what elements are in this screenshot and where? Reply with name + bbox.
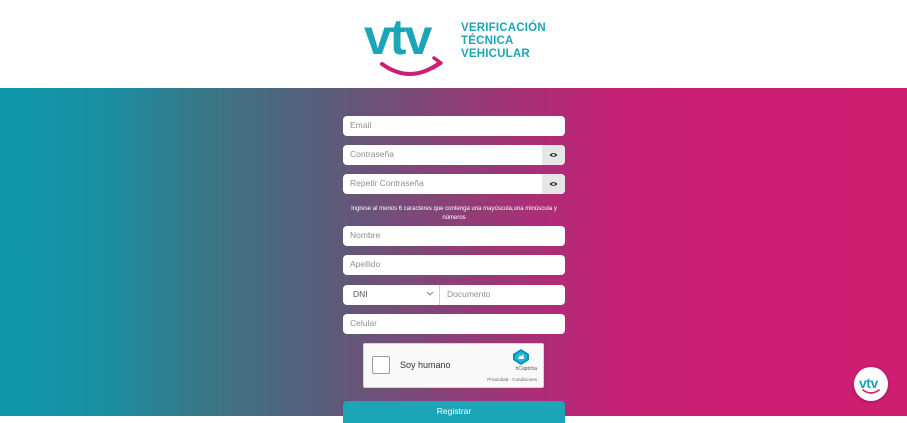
doc-type-select[interactable]: DNI <box>343 285 440 305</box>
vtv-logo-mark: vtv <box>364 9 432 65</box>
captcha-links[interactable]: Privacidad - Condiciones <box>487 377 537 382</box>
repeat-password-placeholder: Repetir Contraseña <box>350 178 424 188</box>
password-hint: Ingrese al menos 6 caracteres que conten… <box>351 206 557 221</box>
phone-placeholder: Celular <box>350 318 377 328</box>
eye-icon <box>549 153 558 157</box>
surname-field[interactable]: Apellido <box>343 255 565 275</box>
vtv-logo-icon: vtv <box>859 375 880 394</box>
repeat-password-toggle-button[interactable] <box>542 174 565 194</box>
email-placeholder: Email <box>350 120 372 130</box>
corner-logo-mark: vtv <box>859 375 878 391</box>
document-field[interactable]: Documento <box>447 289 490 299</box>
corner-logo-button[interactable]: vtv <box>854 367 888 401</box>
repeat-password-field[interactable]: Repetir Contraseña <box>343 174 565 194</box>
header: vtv VERIFICACIÓN TÉCNICA VEHICULAR <box>0 0 907 88</box>
logo-line-1: VERIFICACIÓN <box>461 22 546 34</box>
vtv-logo: vtv VERIFICACIÓN TÉCNICA VEHICULAR <box>362 2 562 82</box>
surname-placeholder: Apellido <box>350 259 381 269</box>
doc-type-value: DNI <box>353 289 368 299</box>
register-button[interactable]: Registrar <box>343 401 565 423</box>
eye-icon <box>549 182 558 186</box>
logo-line-3: VEHICULAR <box>461 48 530 60</box>
password-field[interactable]: Contraseña <box>343 145 565 165</box>
logo-wordmark: VERIFICACIÓN TÉCNICA VEHICULAR <box>461 22 546 61</box>
hcaptcha-logo-icon <box>513 349 529 365</box>
captcha-brand: hCaptcha <box>515 366 537 372</box>
email-field[interactable]: Email <box>343 116 565 136</box>
captcha-widget: Soy humano hCaptcha Privacidad - Condici… <box>363 343 544 388</box>
document-row: DNI Documento <box>343 285 565 305</box>
name-field[interactable]: Nombre <box>343 226 565 246</box>
captcha-checkbox[interactable] <box>372 356 390 374</box>
phone-field[interactable]: Celular <box>343 314 565 334</box>
name-placeholder: Nombre <box>350 230 381 240</box>
captcha-label: Soy humano <box>400 360 451 370</box>
password-placeholder: Contraseña <box>350 149 394 159</box>
logo-line-2: TÉCNICA <box>461 35 514 47</box>
password-toggle-button[interactable] <box>542 145 565 165</box>
chevron-down-icon <box>426 291 434 296</box>
vtv-logo-icon: vtv <box>364 9 443 76</box>
